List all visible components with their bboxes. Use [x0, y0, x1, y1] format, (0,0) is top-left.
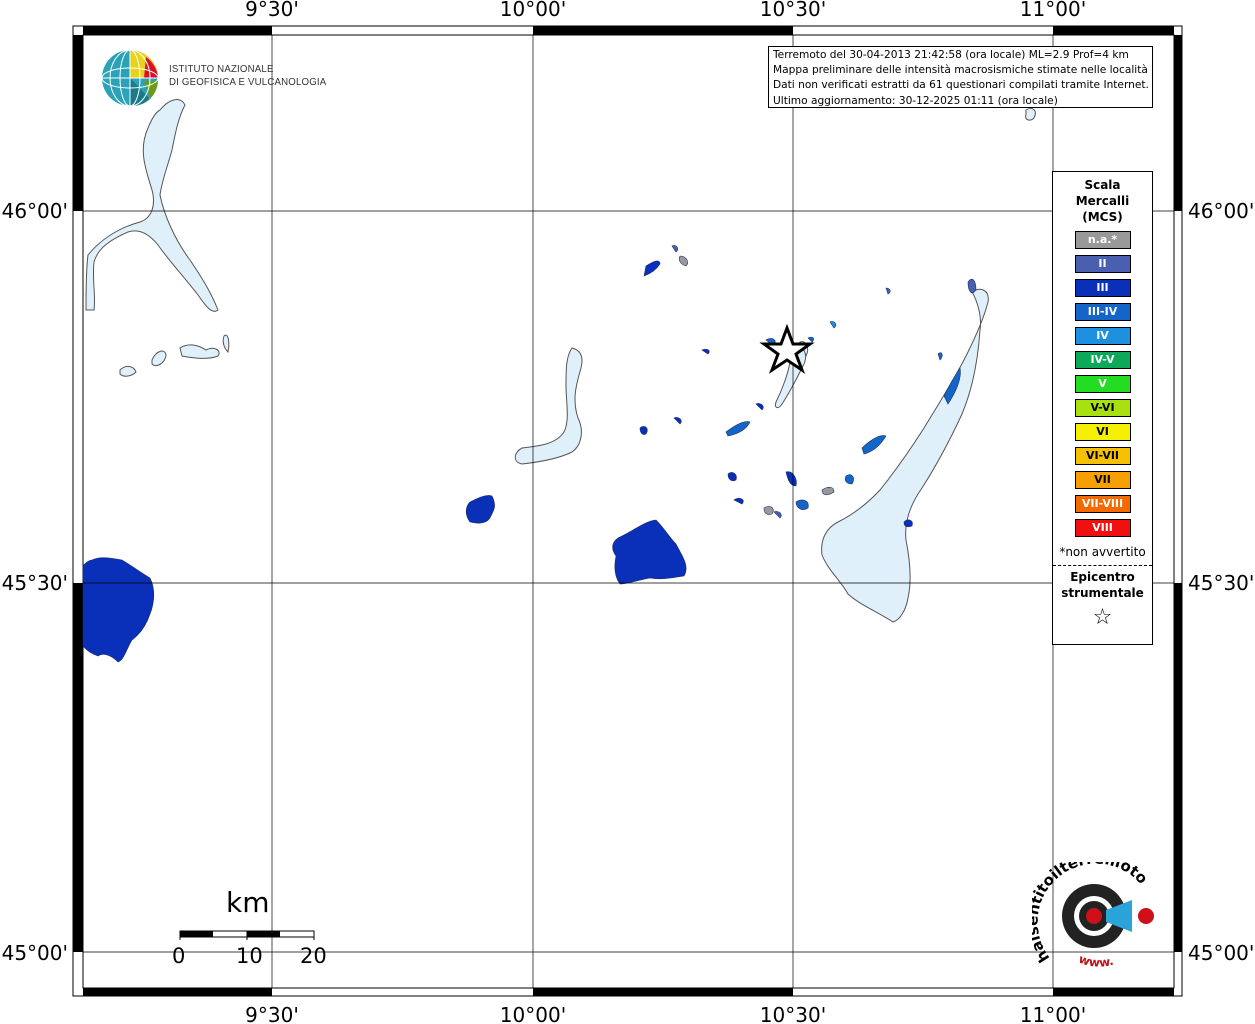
haisentito-logo-icon: haisentitoilterremoto.it www. [1024, 848, 1154, 970]
legend-title-2: Mercalli [1075, 194, 1130, 208]
logo-line-2: DI GEOFISICA E VULCANOLOGIA [169, 76, 327, 88]
legend-epicentre-1: Epicentro [1070, 570, 1135, 584]
lat-label-left-2: 45°30' [2, 571, 68, 595]
legend-item-na: n.a.* [1074, 231, 1131, 249]
lon-label-bottom-3: 10°30' [760, 1003, 826, 1024]
haisentito-logo-www: www. [1077, 952, 1115, 970]
event-info-line-2: Mappa preliminare delle intensità macros… [773, 64, 1148, 77]
legend-star-icon: ☆ [1092, 605, 1113, 630]
legend-item-vvi: V-VI [1074, 399, 1131, 417]
event-info-box: Terremoto del 30-04-2013 21:42:58 (ora l… [768, 46, 1153, 108]
legend-item-v: V [1074, 375, 1131, 393]
legend-item-iv: IV [1074, 327, 1131, 345]
logo-line-1: ISTITUTO NAZIONALE [169, 63, 274, 75]
lat-label-right-3: 45°00' [1188, 941, 1254, 965]
legend-item-vi: VI [1074, 423, 1131, 441]
legend-item-ivv: IV-V [1074, 351, 1131, 369]
lon-label-bottom-2: 10°00' [500, 1003, 566, 1024]
legend-title-3: (MCS) [1082, 210, 1123, 224]
legend-divider [1053, 565, 1152, 566]
lat-label-left-3: 45°00' [2, 941, 68, 965]
lat-label-right-2: 45°30' [1188, 571, 1254, 595]
map-area [82, 34, 1175, 989]
lon-label-top-2: 10°00' [500, 0, 566, 21]
event-info-line-4: Ultimo aggiornamento: 30-12-2025 01:11 (… [773, 94, 1058, 107]
area-a18 [903, 519, 913, 528]
legend-item-viiviii: VII-VIII [1074, 495, 1131, 513]
legend-note: *non avvertito [1059, 545, 1146, 559]
lon-label-bottom-1: 9°30' [245, 1003, 299, 1024]
lon-label-bottom-4: 11°00' [1020, 1003, 1086, 1024]
legend-item-iiiiv: III-IV [1074, 303, 1131, 321]
event-info-line-3: Dati non verificati estratti da 61 quest… [773, 79, 1149, 92]
lon-label-top-1: 9°30' [245, 0, 299, 21]
ingv-logo: ISTITUTO NAZIONALE DI GEOFISICA E VULCAN… [100, 47, 330, 109]
scale-label-10: 10 [236, 944, 263, 968]
scale-label-0: 0 [172, 944, 186, 968]
lat-label-right-1: 46°00' [1188, 199, 1254, 223]
scale-unit: km [226, 886, 270, 919]
legend-epicentre-2: strumentale [1061, 586, 1144, 600]
area-a12 [763, 506, 774, 515]
lat-label-left-1: 46°00' [2, 199, 68, 223]
ingv-globe-icon [101, 49, 159, 107]
legend-item-vii: VII [1074, 471, 1131, 489]
lon-label-top-3: 10°30' [760, 0, 826, 21]
legend-title-1: Scala [1084, 178, 1121, 192]
legend-item-iii: III [1074, 279, 1131, 297]
lake-small-5 [1025, 107, 1036, 121]
legend-items: n.a.* II III III-IV IV IV-V V V-VI VI VI-VII VII VI… [1053, 231, 1152, 537]
lon-label-top-4: 11°00' [1020, 0, 1086, 21]
haisentito-logo: haisentitoilterremoto.it www. [1024, 848, 1162, 977]
event-info-line-1: Terremoto del 30-04-2013 21:42:58 (ora l… [773, 49, 1129, 61]
legend-item-ii: II [1074, 255, 1131, 273]
scale-label-20: 20 [300, 944, 327, 968]
legend-item-vivii: VI-VII [1074, 447, 1131, 465]
svg-text:www.: www. [1077, 952, 1115, 970]
legend-item-viii: VIII [1074, 519, 1131, 537]
mcs-legend: Scala Mercalli (MCS) n.a.* II III III-IV IV I… [1052, 171, 1153, 645]
